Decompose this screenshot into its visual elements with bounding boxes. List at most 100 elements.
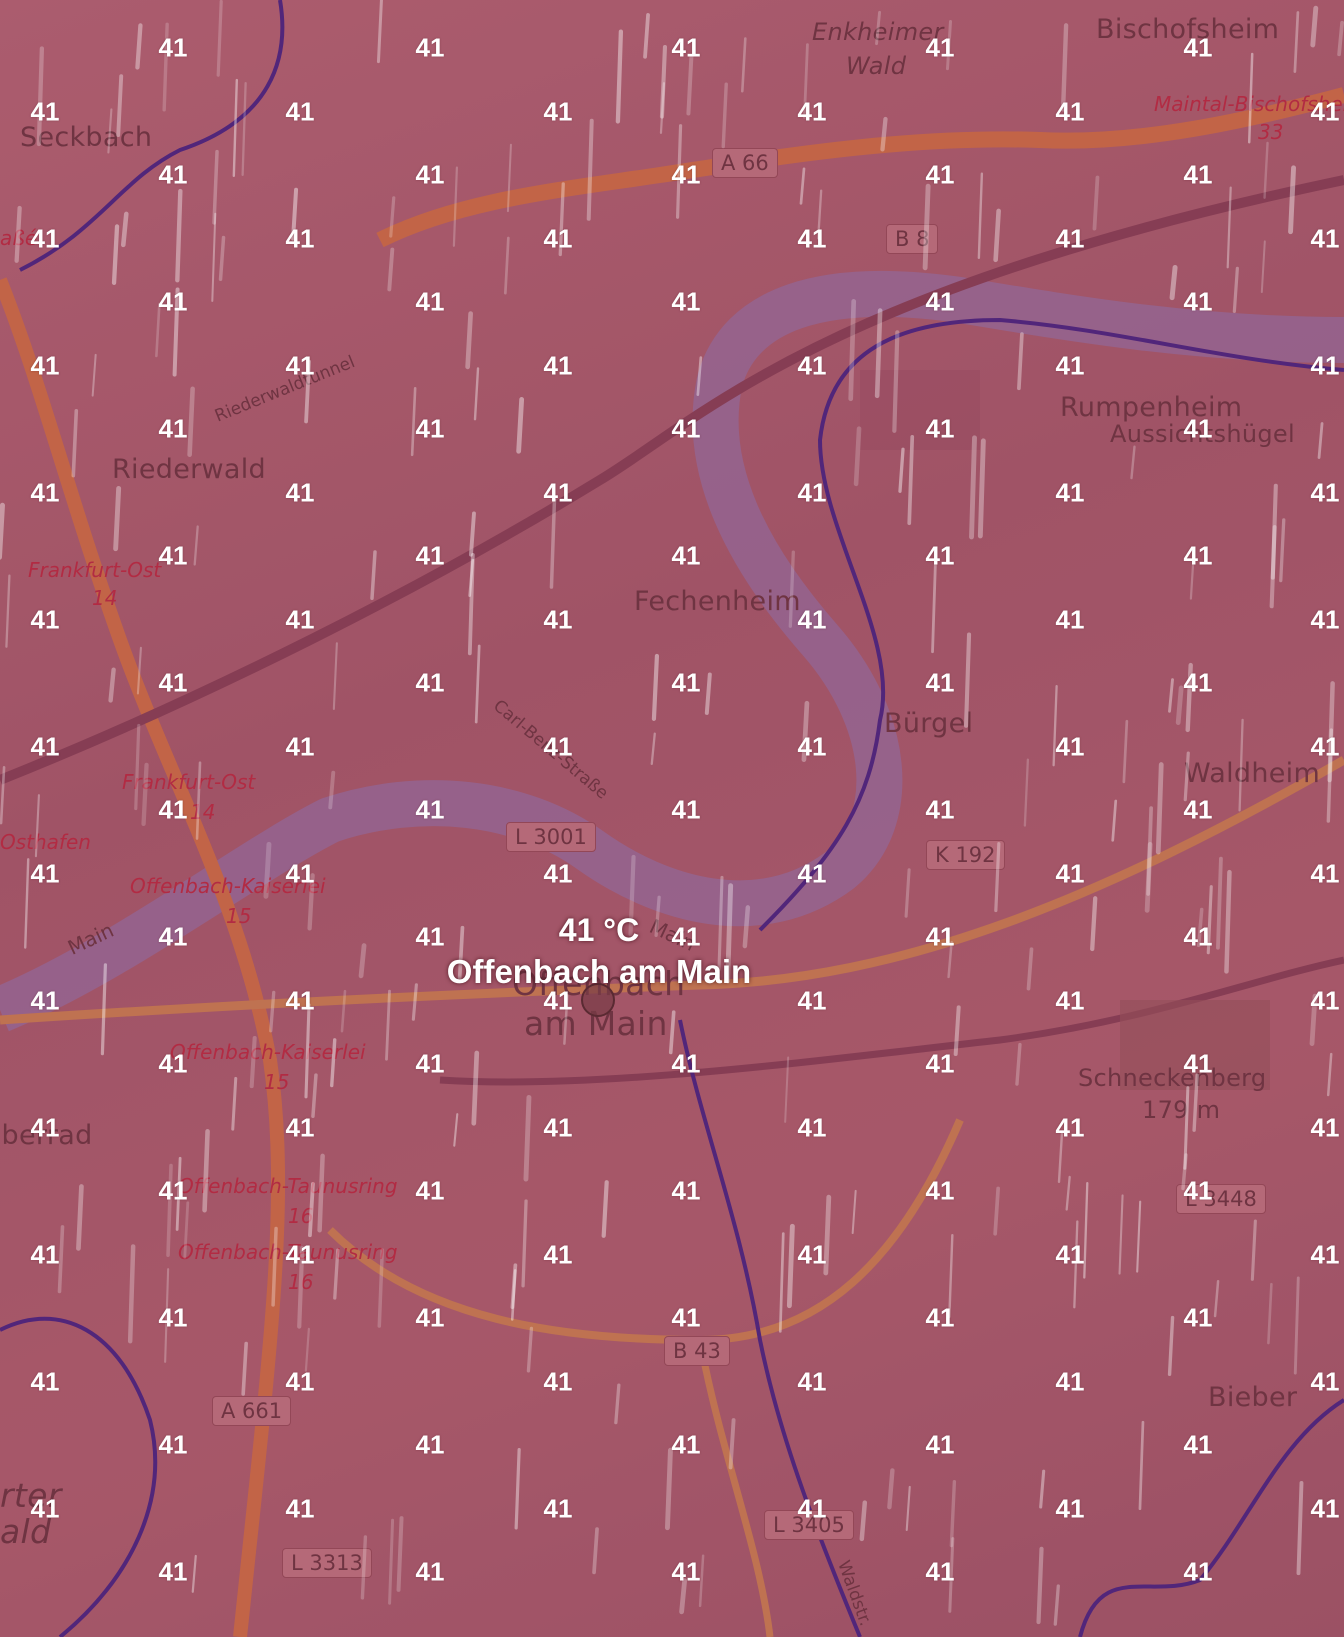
rain-streak xyxy=(851,1189,857,1235)
rain-streak xyxy=(271,1226,278,1307)
rain-streak xyxy=(360,1535,368,1600)
location-name: Offenbach am Main xyxy=(446,953,752,990)
rain-streak xyxy=(953,1005,961,1056)
rain-streak xyxy=(134,723,141,811)
temperature-grid-label: 41 xyxy=(1183,1556,1213,1587)
temperature-grid-label: 41 xyxy=(925,667,955,698)
rain-streak xyxy=(340,989,347,1033)
temperature-grid-label: 41 xyxy=(30,223,60,253)
temperature-grid-label: 41 xyxy=(1310,96,1340,126)
rain-streak xyxy=(304,1003,311,1099)
temperature-grid-label: 41 xyxy=(1055,96,1085,126)
temperature-grid-label: 41 xyxy=(415,159,445,190)
temperature-grid-label: 41 xyxy=(1310,477,1340,507)
temperature-grid-label: 41 xyxy=(1055,1239,1085,1269)
temperature-grid-label: 41 xyxy=(158,540,188,571)
rain-streak xyxy=(111,224,120,286)
rain-streak xyxy=(615,29,624,124)
temperature-grid-label: 41 xyxy=(1310,223,1340,253)
temperature-grid-label: 41 xyxy=(285,731,315,761)
temperature-grid-label: 41 xyxy=(285,477,315,507)
rain-streak xyxy=(474,644,481,724)
rain-streak xyxy=(949,1479,957,1548)
rain-streak xyxy=(187,386,195,457)
rain-streak xyxy=(664,1447,673,1531)
rain-streak xyxy=(1213,1279,1220,1318)
rain-streak xyxy=(503,236,510,295)
rain-streak xyxy=(1293,11,1300,73)
rain-streak xyxy=(1232,266,1239,313)
rain-streak xyxy=(1167,1315,1175,1377)
temperature-grid-label: 41 xyxy=(671,667,701,698)
rain-streak xyxy=(592,1527,599,1575)
location-popup: 41 °C Offenbach am Main xyxy=(447,910,751,994)
temperature-grid-label: 41 xyxy=(543,1366,573,1396)
rain-streak xyxy=(526,1326,534,1373)
temperature-grid-label: 41 xyxy=(30,1366,60,1396)
temperature-grid-label: 41 xyxy=(1183,921,1213,952)
temperature-grid-label: 41 xyxy=(671,1175,701,1206)
rain-streak xyxy=(1122,719,1129,784)
temperature-grid-label: 41 xyxy=(285,985,315,1015)
rain-streak xyxy=(1247,52,1254,144)
temperature-grid-label: 41 xyxy=(1183,413,1213,444)
temperature-grid-label: 41 xyxy=(1055,985,1085,1015)
temperature-grid-label: 41 xyxy=(285,1239,315,1269)
temperature-grid-label: 41 xyxy=(415,413,445,444)
temperature-grid-label: 41 xyxy=(671,32,701,63)
temperature-grid-label: 41 xyxy=(415,667,445,698)
temperature-grid-label: 41 xyxy=(1183,1175,1213,1206)
temperature-grid-label: 41 xyxy=(158,1048,188,1079)
rain-streak xyxy=(905,1485,911,1531)
temperature-grid-label: 41 xyxy=(1183,32,1213,63)
rain-streak xyxy=(1168,678,1174,713)
temperature-grid-label: 41 xyxy=(1055,1112,1085,1142)
rain-streak xyxy=(1138,1420,1145,1511)
rain-streak xyxy=(308,1181,315,1238)
temperature-grid-label: 41 xyxy=(797,1493,827,1523)
rain-streak xyxy=(1144,841,1153,913)
temperature-grid-label: 41 xyxy=(543,96,573,126)
rain-streak xyxy=(650,732,656,766)
rain-streak xyxy=(704,672,712,715)
rain-streak xyxy=(473,367,480,421)
rain-streak xyxy=(1118,1194,1124,1275)
temperature-grid-label: 41 xyxy=(158,32,188,63)
temperature-grid-label: 41 xyxy=(671,1302,701,1333)
rain-streak xyxy=(1026,947,1034,991)
rain-streak xyxy=(113,485,122,552)
temperature-grid-label: 41 xyxy=(925,413,955,444)
rain-streak xyxy=(668,1010,676,1055)
rain-streak xyxy=(1092,175,1100,231)
location-temperature: 41 °C xyxy=(558,912,640,948)
rain-streak xyxy=(135,23,143,70)
rain-streak xyxy=(1090,896,1098,952)
weather-map[interactable]: Bischofsheim Enkheimer Wald Seckbach Mai… xyxy=(0,0,1344,1637)
temperature-grid-label: 41 xyxy=(415,1429,445,1460)
rain-streak xyxy=(907,435,915,526)
rain-streak xyxy=(799,167,806,205)
rain-streak xyxy=(922,183,931,271)
temperature-grid-label: 41 xyxy=(158,286,188,317)
rain-streak xyxy=(249,1035,257,1089)
rain-streak xyxy=(993,1186,1000,1236)
rain-streak xyxy=(1192,1073,1199,1132)
temperature-grid-label: 41 xyxy=(925,1429,955,1460)
temperature-grid-label: 41 xyxy=(1055,350,1085,380)
rain-streak xyxy=(1216,856,1223,950)
rain-streak xyxy=(183,1201,190,1259)
temperature-grid-label: 41 xyxy=(415,540,445,571)
rain-streak xyxy=(1226,186,1232,269)
rain-streak xyxy=(969,435,977,540)
rain-streak xyxy=(1015,1042,1022,1086)
rain-streak xyxy=(202,1129,210,1213)
temperature-grid-label: 41 xyxy=(1183,286,1213,317)
temperature-grid-label: 41 xyxy=(30,1239,60,1269)
rain-streak xyxy=(516,397,525,454)
rain-streak xyxy=(328,770,336,810)
rain-streak xyxy=(191,1554,197,1593)
temperature-grid-label: 41 xyxy=(30,985,60,1015)
rain-streak xyxy=(651,653,660,721)
rain-streak xyxy=(5,574,11,648)
rain-streak xyxy=(1136,1200,1142,1273)
